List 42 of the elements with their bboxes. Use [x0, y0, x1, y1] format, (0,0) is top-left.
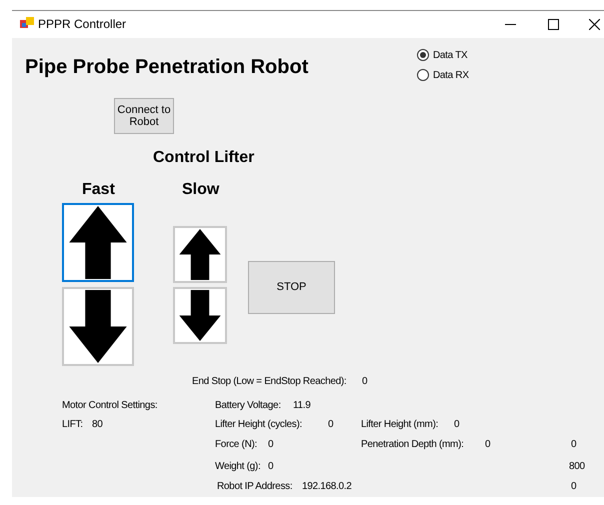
label: Battery Voltage:	[215, 399, 281, 412]
label: Penetration Depth (mm):	[361, 438, 464, 451]
heading: Pipe Probe Penetration Robot	[25, 55, 308, 79]
value: 0	[362, 375, 368, 388]
value: 192.168.0.2	[302, 480, 352, 493]
arrow-button[interactable]	[62, 203, 134, 282]
label: Lifter Height (mm):	[361, 418, 438, 431]
label: Force (N):	[215, 438, 258, 451]
radio-button[interactable]	[417, 49, 429, 61]
section-title: Control Lifter	[153, 149, 254, 167]
arrow-button[interactable]	[173, 287, 227, 344]
value: 80	[92, 418, 103, 431]
value: 0	[485, 438, 490, 451]
connect-button[interactable]: Connect to Robot	[114, 98, 174, 134]
label: Lifter Height (cycles):	[215, 418, 302, 431]
radio-label: Data RX	[433, 69, 469, 82]
speed-label: Fast	[82, 181, 115, 199]
radio-button[interactable]	[417, 69, 429, 81]
arrow-button[interactable]	[62, 287, 134, 366]
label: LIFT:	[62, 418, 83, 431]
stop-button[interactable]: STOP	[248, 261, 335, 314]
up-arrow-icon	[177, 229, 223, 280]
label: End Stop (Low = EndStop Reached):	[192, 375, 346, 388]
speed-label: Slow	[182, 181, 220, 199]
value: 0	[268, 460, 274, 473]
label: Robot IP Address:	[217, 480, 292, 493]
value: 0	[268, 438, 274, 451]
value: 800	[569, 460, 585, 473]
close-icon[interactable]	[589, 19, 600, 30]
label: Motor Control Settings:	[62, 399, 158, 412]
value: 0	[454, 418, 460, 431]
arrow-button[interactable]	[173, 226, 227, 283]
app-icon	[20, 17, 34, 30]
value: 0	[328, 418, 334, 431]
value: 0	[571, 438, 576, 451]
value: 11.9	[293, 399, 311, 412]
down-arrow-icon	[177, 290, 223, 341]
maximize-icon[interactable]	[548, 19, 559, 30]
value: 0	[571, 480, 576, 493]
window-title: PPPR Controller	[38, 17, 126, 31]
label: Weight (g):	[215, 460, 260, 473]
radio-label: Data TX	[433, 49, 468, 62]
